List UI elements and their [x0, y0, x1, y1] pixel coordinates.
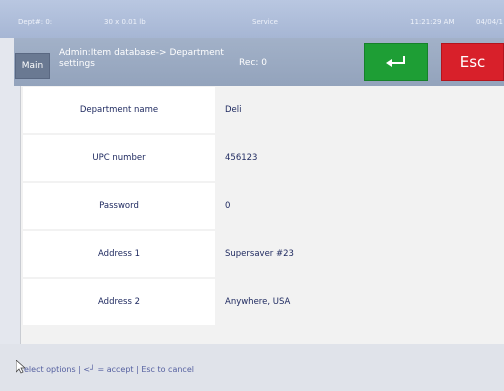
field-row-password: Password 0 [21, 182, 504, 230]
field-value[interactable]: Anywhere, USA [225, 279, 495, 325]
field-label[interactable]: Address 2 [23, 279, 215, 325]
breadcrumb: Admin:Item database-> Department setting… [59, 48, 224, 69]
field-row-address-1: Address 1 Supersaver #23 [21, 230, 504, 278]
main-button[interactable]: Main [15, 53, 50, 79]
field-value[interactable]: Supersaver #23 [225, 231, 495, 277]
field-row-address-2: Address 2 Anywhere, USA [21, 278, 504, 326]
field-label[interactable]: Address 1 [23, 231, 215, 277]
record-counter: Rec: 0 [239, 58, 267, 68]
esc-button[interactable]: Esc [441, 43, 504, 81]
title-bar: Main Admin:Item database-> Department se… [14, 38, 504, 86]
status-mode: Service [252, 18, 278, 26]
field-label[interactable]: Password [23, 183, 215, 229]
status-time: 11:21:29 AM [410, 18, 455, 26]
field-value[interactable]: 0 [225, 183, 495, 229]
settings-panel: Department name Deli UPC number 456123 P… [20, 86, 504, 346]
status-department: Dept#: 0: [18, 18, 53, 26]
field-label[interactable]: Department name [23, 87, 215, 133]
field-value[interactable]: Deli [225, 87, 495, 133]
accept-button[interactable] [364, 43, 428, 81]
status-date: 04/04/1 [476, 18, 503, 26]
field-row-upc-number: UPC number 456123 [21, 134, 504, 182]
field-value[interactable]: 456123 [225, 135, 495, 181]
field-row-department-name: Department name Deli [21, 86, 504, 134]
hint-text: elect options | <┘ = accept | Esc to can… [24, 365, 194, 374]
status-weight: 30 x 0.01 lb [104, 18, 146, 26]
enter-icon [386, 56, 405, 67]
field-label[interactable]: UPC number [23, 135, 215, 181]
status-bar: Dept#: 0: 30 x 0.01 lb Service 11:21:29 … [0, 0, 504, 38]
footer-bar: elect options | <┘ = accept | Esc to can… [0, 344, 504, 391]
